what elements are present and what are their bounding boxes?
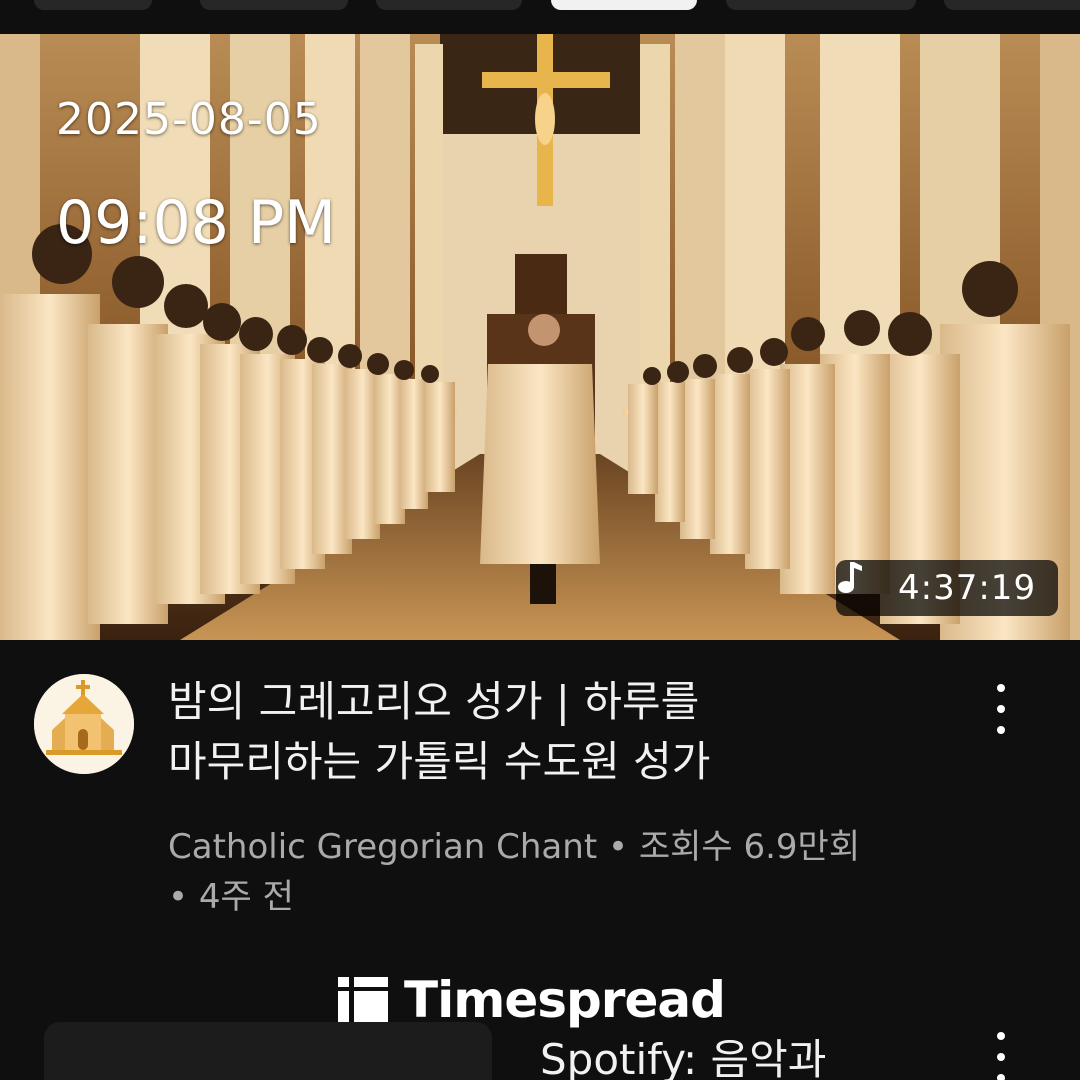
channel-avatar[interactable] <box>34 674 134 774</box>
filter-chip-bar <box>0 0 1080 34</box>
timespread-logo-icon <box>338 977 388 1023</box>
video-title-line: 마무리하는 가톨릭 수도원 성가 <box>168 737 711 786</box>
duration-text: 4:37:19 <box>898 568 1037 608</box>
duration-badge: 4:37:19 <box>836 560 1058 616</box>
youtube-feed-screen: 2025-08-05 09:08 PM 4:37:19 밤의 그레고리오 성가 … <box>0 0 1080 1080</box>
more-vert-icon[interactable] <box>984 684 1018 734</box>
filter-chip[interactable] <box>726 0 916 10</box>
filter-chip[interactable] <box>34 0 152 10</box>
upload-age: • 4주 전 <box>168 877 294 917</box>
video-thumbnail[interactable]: 2025-08-05 09:08 PM 4:37:19 <box>0 34 1080 640</box>
timestamp-date: 2025-08-05 <box>56 94 322 145</box>
filter-chip[interactable] <box>376 0 522 10</box>
timespread-watermark: Timespread <box>338 970 726 1030</box>
next-video-title[interactable]: Spotify: 음악과 <box>540 1026 826 1080</box>
filter-chip[interactable] <box>200 0 348 10</box>
video-title[interactable]: 밤의 그레고리오 성가 | 하루를 마무리하는 가톨릭 수도원 성가 <box>168 672 928 792</box>
channel-and-views: Catholic Gregorian Chant • 조회수 6.9만회 <box>168 827 861 867</box>
filter-chip-active[interactable] <box>551 0 697 10</box>
more-vert-icon[interactable] <box>984 1032 1018 1080</box>
video-metadata: Catholic Gregorian Chant • 조회수 6.9만회 • 4… <box>168 822 988 922</box>
music-note-icon <box>838 562 886 606</box>
timestamp-time: 09:08 PM <box>56 188 336 258</box>
church-icon <box>34 674 134 774</box>
watermark-text: Timespread <box>404 971 726 1029</box>
video-title-line: 밤의 그레고리오 성가 | 하루를 <box>168 677 700 726</box>
filter-chip[interactable] <box>944 0 1080 10</box>
next-video-thumbnail[interactable] <box>44 1022 492 1080</box>
